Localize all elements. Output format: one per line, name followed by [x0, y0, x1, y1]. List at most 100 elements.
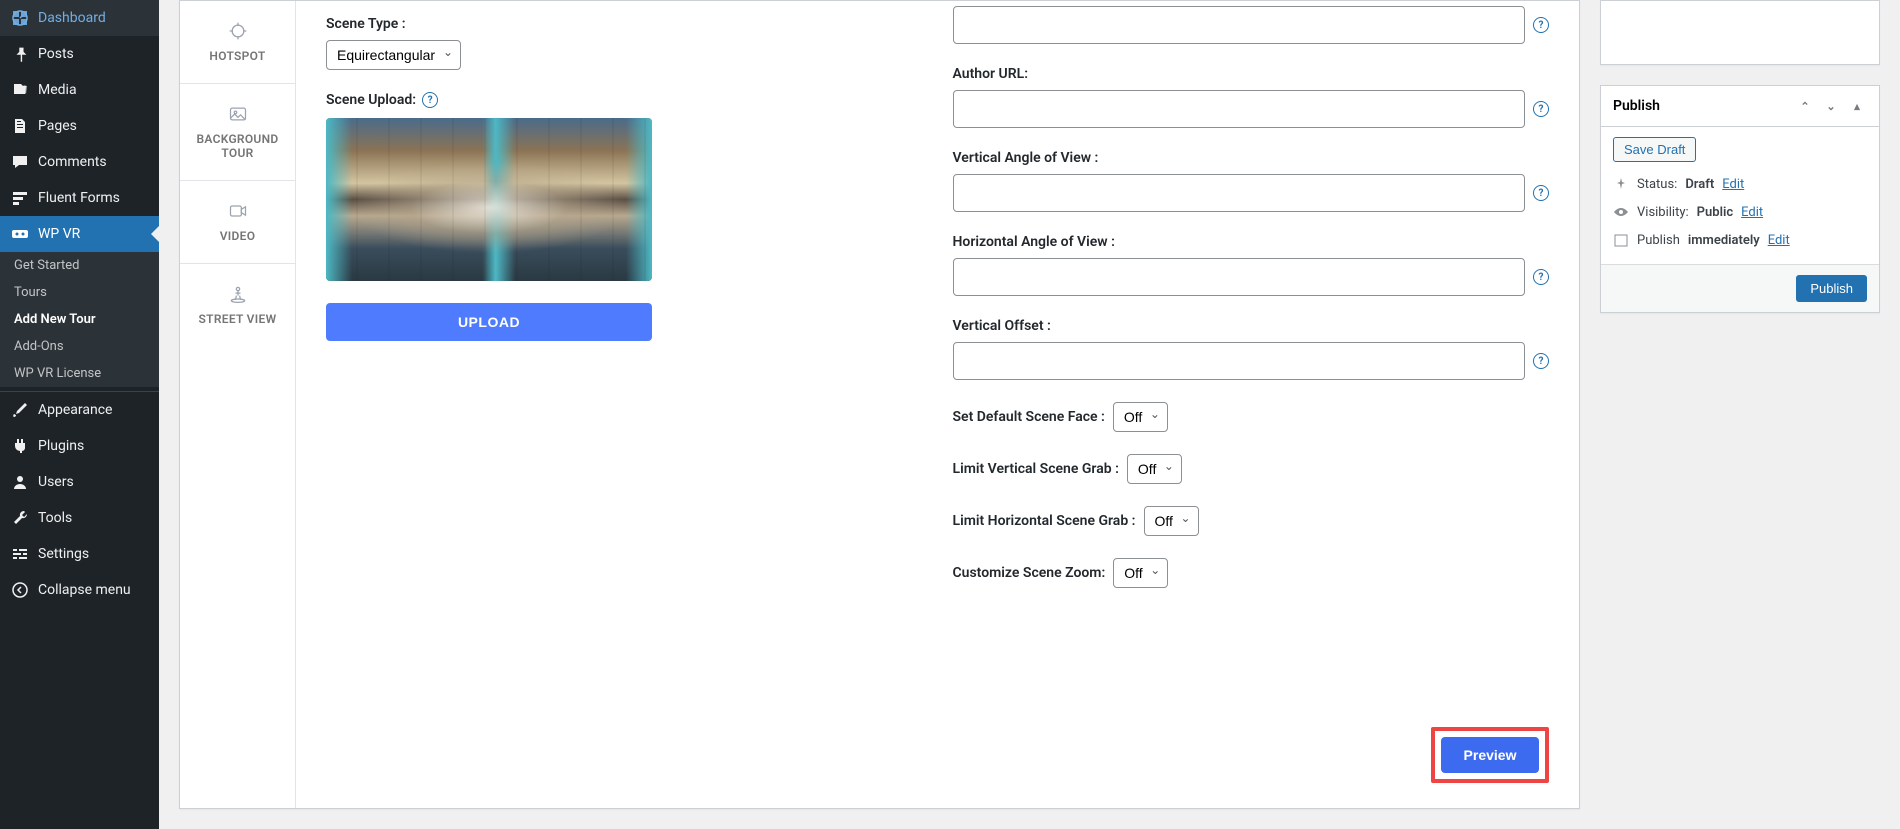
scene-type-select[interactable]: Equirectangular — [326, 40, 461, 70]
brush-icon — [10, 400, 30, 420]
panel-down-icon[interactable]: ⌄ — [1821, 96, 1841, 116]
limit-horizontal-select[interactable]: Off — [1144, 506, 1199, 536]
submenu-add-new-tour[interactable]: Add New Tour — [0, 306, 159, 333]
pin-icon — [10, 44, 30, 64]
vtab-label: STREET VIEW — [199, 312, 277, 326]
zoom-field: Customize Scene Zoom: Off — [953, 558, 1550, 588]
scene-type-label: Scene Type : — [326, 16, 923, 32]
panel-toggle-icon[interactable]: ▴ — [1847, 96, 1867, 116]
vaov-input[interactable] — [953, 174, 1526, 212]
publish-time-row: Publish immediately Edit — [1613, 226, 1867, 254]
vtab-hotspot[interactable]: HOTSPOT — [180, 1, 295, 84]
limit-vertical-select[interactable]: Off — [1127, 454, 1182, 484]
dashboard-icon — [10, 8, 30, 28]
visibility-row: Visibility: Public Edit — [1613, 198, 1867, 226]
limit-vertical-label: Limit Vertical Scene Grab : — [953, 461, 1119, 477]
submenu-license[interactable]: WP VR License — [0, 360, 159, 387]
forms-icon — [10, 188, 30, 208]
submenu-addons[interactable]: Add-Ons — [0, 333, 159, 360]
sidebar-item-dashboard[interactable]: Dashboard — [0, 0, 159, 36]
status-row: Status: Draft Edit — [1613, 170, 1867, 198]
sidebar-label: Plugins — [38, 438, 84, 454]
sidebar-item-users[interactable]: Users — [0, 464, 159, 500]
sidebar-label: Media — [38, 82, 77, 98]
visibility-edit-link[interactable]: Edit — [1741, 205, 1763, 220]
vtab-label: HOTSPOT — [209, 49, 265, 63]
pin-icon — [1613, 176, 1629, 192]
help-icon[interactable] — [1533, 101, 1549, 117]
sidebar-item-media[interactable]: Media — [0, 72, 159, 108]
vr-icon — [10, 224, 30, 244]
scene-upload-field: Scene Upload: — [326, 92, 923, 281]
plug-icon — [10, 436, 30, 456]
sidebar-item-wpvr[interactable]: WP VR — [0, 216, 159, 252]
vtab-street-view[interactable]: STREET VIEW — [180, 264, 295, 346]
top-input-field — [953, 6, 1550, 44]
video-icon — [228, 201, 248, 221]
voffset-field: Vertical Offset : — [953, 318, 1550, 380]
voffset-input[interactable] — [953, 342, 1526, 380]
sidebar-label: Posts — [38, 46, 74, 62]
help-icon[interactable] — [1533, 269, 1549, 285]
vertical-tabs: HOTSPOT BACKGROUND TOUR VIDEO STREET VIE… — [180, 1, 296, 808]
sidebar-item-posts[interactable]: Posts — [0, 36, 159, 72]
zoom-select[interactable]: Off — [1113, 558, 1168, 588]
visibility-value: Public — [1697, 205, 1733, 220]
author-url-label: Author URL: — [953, 66, 1550, 82]
vtab-background-tour[interactable]: BACKGROUND TOUR — [180, 84, 295, 181]
user-icon — [10, 472, 30, 492]
media-icon — [10, 80, 30, 100]
sidebar-label: Pages — [38, 118, 77, 134]
sidebar-label: Users — [38, 474, 74, 490]
vtab-label: BACKGROUND TOUR — [188, 132, 287, 160]
admin-sidebar: Dashboard Posts Media Pages Comments Flu… — [0, 0, 159, 829]
author-url-input[interactable] — [953, 90, 1526, 128]
sidebar-label: Settings — [38, 546, 89, 562]
sidebar-item-appearance[interactable]: Appearance — [0, 392, 159, 428]
sidebar-item-tools[interactable]: Tools — [0, 500, 159, 536]
publish-time-edit-link[interactable]: Edit — [1768, 233, 1790, 248]
help-icon[interactable] — [1533, 353, 1549, 369]
top-text-input[interactable] — [953, 6, 1526, 44]
scene-upload-label: Scene Upload: — [326, 92, 416, 108]
sidebar-item-settings[interactable]: Settings — [0, 536, 159, 572]
sidebar-item-plugins[interactable]: Plugins — [0, 428, 159, 464]
submenu-get-started[interactable]: Get Started — [0, 252, 159, 279]
haov-input[interactable] — [953, 258, 1526, 296]
wpvr-submenu: Get Started Tours Add New Tour Add-Ons W… — [0, 252, 159, 387]
vaov-field: Vertical Angle of View : — [953, 150, 1550, 212]
sidebar-item-comments[interactable]: Comments — [0, 144, 159, 180]
scene-preview-image — [326, 118, 652, 281]
save-draft-button[interactable]: Save Draft — [1613, 137, 1696, 162]
vtab-label: VIDEO — [220, 229, 256, 243]
sidebar-item-collapse[interactable]: Collapse menu — [0, 572, 159, 608]
status-edit-link[interactable]: Edit — [1722, 177, 1744, 192]
haov-field: Horizontal Angle of View : — [953, 234, 1550, 296]
help-icon[interactable] — [1533, 185, 1549, 201]
upload-button[interactable]: UPLOAD — [326, 303, 652, 341]
panel-up-icon[interactable]: ⌃ — [1795, 96, 1815, 116]
sidebar-label: WP VR — [38, 226, 80, 242]
image-icon — [228, 104, 248, 124]
help-icon[interactable] — [422, 92, 438, 108]
content-panel: HOTSPOT BACKGROUND TOUR VIDEO STREET VIE… — [179, 0, 1580, 809]
sidebar-label: Fluent Forms — [38, 190, 120, 206]
vaov-label: Vertical Angle of View : — [953, 150, 1550, 166]
sidebar-item-pages[interactable]: Pages — [0, 108, 159, 144]
sidebar-item-fluent-forms[interactable]: Fluent Forms — [0, 180, 159, 216]
sliders-icon — [10, 544, 30, 564]
preview-highlight: Preview — [1431, 727, 1549, 783]
default-face-select[interactable]: Off — [1113, 402, 1168, 432]
publish-button[interactable]: Publish — [1796, 275, 1867, 302]
publish-meta-box: Publish ⌃ ⌄ ▴ Save Draft Status: Draft E… — [1600, 85, 1880, 313]
vtab-video[interactable]: VIDEO — [180, 181, 295, 264]
visibility-label: Visibility: — [1637, 205, 1689, 220]
preview-button[interactable]: Preview — [1441, 737, 1539, 773]
submenu-tours[interactable]: Tours — [0, 279, 159, 306]
help-icon[interactable] — [1533, 17, 1549, 33]
target-icon — [228, 21, 248, 41]
sidebar-label: Appearance — [38, 402, 112, 418]
publish-time-label: Publish — [1637, 233, 1680, 248]
haov-label: Horizontal Angle of View : — [953, 234, 1550, 250]
default-face-label: Set Default Scene Face : — [953, 409, 1105, 425]
